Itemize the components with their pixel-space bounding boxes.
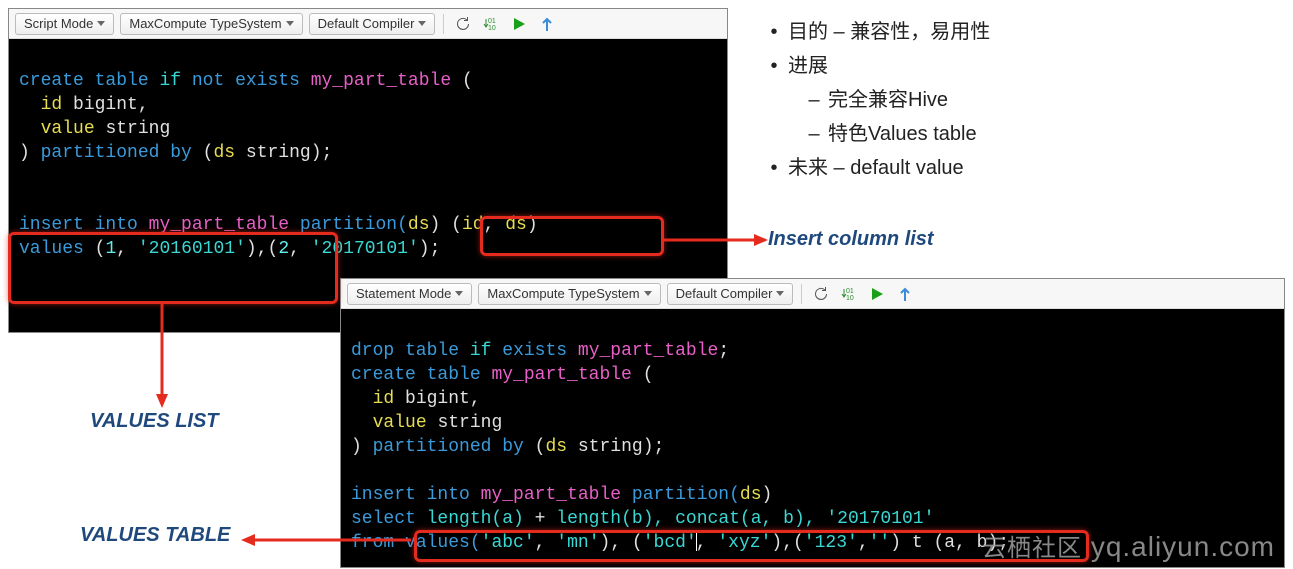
run-icon[interactable] <box>508 13 530 35</box>
label-values-list: VALUES LIST <box>90 410 219 433</box>
mode-label: Script Mode <box>24 16 93 31</box>
statement-mode-dropdown[interactable]: Statement Mode <box>347 283 472 305</box>
watermark-cn: 云栖社区 <box>982 535 1082 562</box>
binary-down-icon[interactable]: 0110 <box>838 283 860 305</box>
mode-label: Statement Mode <box>356 286 451 301</box>
label-values-table: VALUES TABLE <box>80 524 230 547</box>
caret-icon <box>644 291 652 296</box>
run-icon[interactable] <box>866 283 888 305</box>
caret-icon <box>418 21 426 26</box>
compiler-label: Default Compiler <box>676 286 773 301</box>
caret-icon <box>286 21 294 26</box>
typesystem-label: MaxCompute TypeSystem <box>129 16 281 31</box>
separator <box>801 284 802 304</box>
compiler-dropdown[interactable]: Default Compiler <box>667 283 794 305</box>
typesystem-dropdown[interactable]: MaxCompute TypeSystem <box>478 283 660 305</box>
refresh-icon[interactable] <box>810 283 832 305</box>
bullet-values-table: 特色Values table <box>800 117 990 151</box>
label-insert-column-list: Insert column list <box>768 228 934 251</box>
script-mode-dropdown[interactable]: Script Mode <box>15 13 114 35</box>
svg-text:10: 10 <box>488 25 496 32</box>
svg-text:01: 01 <box>488 18 496 25</box>
watermark: 云栖社区 yq.aliyun.com <box>982 528 1275 563</box>
compiler-label: Default Compiler <box>318 16 415 31</box>
bullet-hive: 完全兼容Hive <box>800 83 990 117</box>
editor-panel-2: Statement Mode MaxCompute TypeSystem Def… <box>340 278 1285 568</box>
toolbar-2: Statement Mode MaxCompute TypeSystem Def… <box>341 279 1284 309</box>
upload-icon[interactable] <box>894 283 916 305</box>
typesystem-dropdown[interactable]: MaxCompute TypeSystem <box>120 13 302 35</box>
bullet-progress: 进展 <box>760 49 990 83</box>
toolbar-1: Script Mode MaxCompute TypeSystem Defaul… <box>9 9 727 39</box>
refresh-icon[interactable] <box>452 13 474 35</box>
svg-text:01: 01 <box>846 288 854 295</box>
upload-icon[interactable] <box>536 13 558 35</box>
notes-panel: 目的 – 兼容性，易用性 进展 完全兼容Hive 特色Values table … <box>760 15 990 185</box>
caret-icon <box>97 21 105 26</box>
typesystem-label: MaxCompute TypeSystem <box>487 286 639 301</box>
bullet-purpose: 目的 – 兼容性，易用性 <box>760 15 990 49</box>
caret-icon <box>455 291 463 296</box>
watermark-en: yq.aliyun.com <box>1091 531 1275 562</box>
compiler-dropdown[interactable]: Default Compiler <box>309 13 436 35</box>
bullet-future: 未来 – default value <box>760 151 990 185</box>
caret-icon <box>776 291 784 296</box>
svg-text:10: 10 <box>846 295 854 302</box>
separator <box>443 14 444 34</box>
binary-down-icon[interactable]: 0110 <box>480 13 502 35</box>
